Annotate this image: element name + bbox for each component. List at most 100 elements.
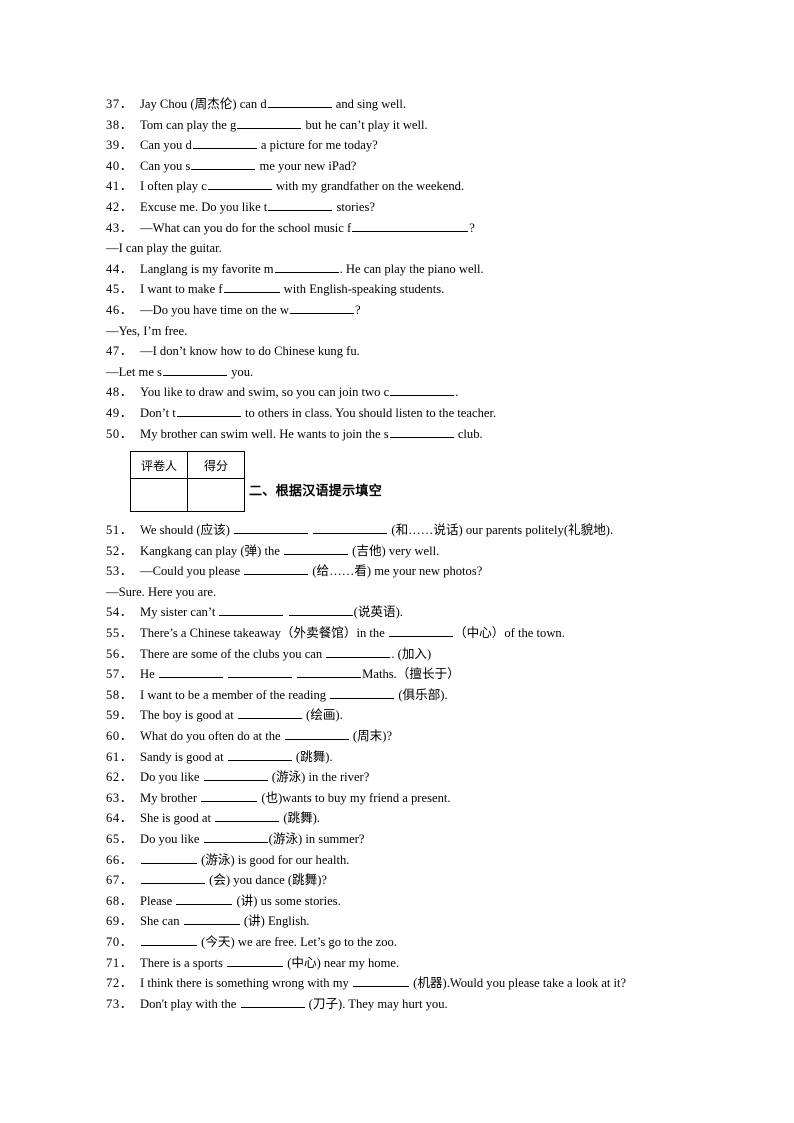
question-number: 51． — [106, 523, 133, 538]
question-text: Please (讲) us some stories. — [140, 891, 341, 912]
question-text-segment: Tom can play the g — [140, 117, 237, 132]
question-text: Langlang is my favorite m . He can play t… — [140, 259, 484, 280]
answer-blank[interactable] — [141, 934, 197, 946]
continuation-line: —Sure. Here you are. — [106, 582, 706, 603]
question-text: (会) you dance (跳舞)? — [140, 870, 327, 891]
answer-blank[interactable] — [297, 666, 362, 679]
answer-blank[interactable] — [284, 728, 349, 741]
answer-blank[interactable] — [352, 975, 409, 988]
question-line: 39． Can you d a picture for me today? — [106, 135, 706, 156]
question-number: 73． — [106, 996, 133, 1011]
answer-blank[interactable] — [288, 604, 353, 617]
answer-blank[interactable] — [207, 178, 272, 191]
answer-blank[interactable] — [162, 364, 227, 376]
question-line: 58． I want to be a member of the reading … — [106, 685, 706, 706]
answer-blank[interactable] — [227, 749, 292, 761]
question-line: 53． —Could you please (给……看) me your new … — [106, 561, 706, 582]
question-number: 59． — [106, 708, 133, 723]
question-line: 72． I think there is something wrong with… — [106, 973, 706, 994]
answer-blank[interactable] — [244, 563, 309, 576]
question-text: I want to be a member of the reading (俱乐… — [140, 685, 448, 706]
answer-blank[interactable] — [228, 666, 292, 679]
question-number: 48． — [106, 385, 133, 400]
answer-blank[interactable] — [223, 281, 280, 294]
answer-blank[interactable] — [237, 707, 302, 720]
answer-blank[interactable] — [215, 810, 280, 823]
score-table: 评卷人 得分 — [130, 451, 245, 513]
answer-blank[interactable] — [390, 384, 455, 397]
answer-blank[interactable] — [388, 625, 453, 638]
answer-blank[interactable] — [141, 872, 205, 885]
question-text-segment: ? — [469, 220, 475, 235]
question-text-segment: (刀子). They may hurt you. — [305, 996, 448, 1011]
question-number: 62． — [106, 770, 133, 785]
answer-blank[interactable] — [227, 954, 284, 967]
question-line: 71． There is a sports (中心) near my home. — [106, 953, 706, 974]
question-number: 49． — [106, 405, 133, 420]
answer-blank[interactable] — [290, 302, 354, 314]
question-text-segment: There is a sports — [140, 955, 227, 970]
question-text-segment: with English-speaking students. — [280, 282, 445, 297]
answer-blank[interactable] — [234, 522, 309, 535]
question-text-segment: Sandy is good at — [140, 749, 227, 764]
question-number: 71． — [106, 955, 133, 970]
question-text: Can you d a picture for me today? — [140, 135, 378, 156]
answer-blank[interactable] — [191, 158, 256, 170]
answer-blank[interactable] — [141, 852, 197, 864]
question-line: 42． Excuse me. Do you like t stories? — [106, 197, 706, 218]
question-text-segment: Langlang is my favorite m — [140, 261, 274, 276]
question-text: She is good at (跳舞). — [140, 808, 320, 829]
question-number: 37． — [106, 97, 133, 111]
question-text-segment: Do you like — [140, 832, 203, 846]
question-text-segment: (吉他) very well. — [349, 543, 440, 558]
answer-blank[interactable] — [274, 261, 339, 273]
answer-blank[interactable] — [219, 604, 284, 617]
answer-blank[interactable] — [268, 199, 333, 211]
question-text: —I don’t know how to do Chinese kung fu. — [140, 341, 360, 362]
question-line: 40． Can you s me your new iPad? — [106, 156, 706, 177]
answer-blank[interactable] — [201, 790, 258, 802]
score-value-cell[interactable] — [187, 478, 245, 513]
question-text: Kangkang can play (弹) the (吉他) very well… — [140, 541, 439, 562]
answer-blank[interactable] — [192, 137, 257, 150]
question-text-segment: Can you d — [140, 138, 192, 153]
answer-blank[interactable] — [352, 219, 469, 232]
answer-blank[interactable] — [176, 893, 233, 905]
answer-blank[interactable] — [389, 425, 454, 438]
answer-blank[interactable] — [313, 522, 388, 535]
answer-blank[interactable] — [158, 666, 223, 679]
question-number: 40． — [106, 158, 133, 173]
question-text-segment: Do you like — [140, 770, 203, 785]
answer-blank[interactable] — [284, 543, 349, 555]
answer-blank[interactable] — [203, 831, 268, 843]
question-number: 43． — [106, 220, 133, 235]
question-text: Tom can play the g but he can’t play it … — [140, 115, 428, 136]
answer-blank[interactable] — [203, 769, 268, 782]
question-text-segment: you. — [227, 364, 254, 379]
question-number: 44． — [106, 261, 133, 276]
question-text: Don’t t to others in class. You should l… — [140, 403, 496, 424]
question-text-segment: (中心) near my home. — [284, 955, 400, 970]
answer-blank[interactable] — [183, 913, 240, 926]
question-line: 43． —What can you do for the school music… — [106, 218, 706, 239]
question-text-segment: Please — [140, 893, 176, 908]
question-text-segment — [309, 523, 312, 537]
grader-value-cell[interactable] — [130, 478, 188, 513]
answer-blank[interactable] — [176, 405, 241, 417]
answer-blank[interactable] — [330, 687, 395, 699]
question-line: 51． We should (应该) (和……说话) our parents po… — [106, 520, 706, 541]
question-text-segment: I want to be a member of the reading — [140, 687, 330, 702]
answer-blank[interactable] — [267, 96, 332, 108]
question-text-segment: —Do you have time on the w — [140, 302, 289, 317]
question-text: She can (讲) English. — [140, 911, 310, 932]
question-text-segment — [293, 667, 296, 681]
question-text-segment — [224, 667, 227, 681]
question-text-segment: . (加入) — [391, 646, 432, 661]
question-number: 57． — [106, 667, 133, 682]
answer-blank[interactable] — [237, 117, 302, 129]
answer-blank[interactable] — [240, 996, 305, 1008]
answer-blank[interactable] — [326, 646, 391, 658]
question-text: The boy is good at (绘画). — [140, 705, 343, 726]
section-two-header: 评卷人 得分 二、根据汉语提示填空 — [106, 451, 706, 515]
question-text-segment: (游泳) is good for our health. — [198, 852, 350, 867]
